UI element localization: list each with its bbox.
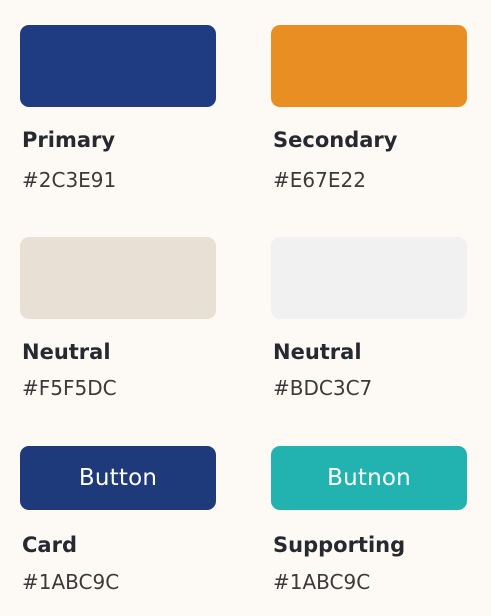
swatch-name-supporting: Supporting xyxy=(273,533,406,557)
swatch-hex-neutral-gray: #BDC3C7 xyxy=(273,376,373,400)
swatch-name-secondary: Secondary xyxy=(273,128,398,152)
swatch-name-neutral-gray: Neutral xyxy=(273,340,362,364)
card-button[interactable]: Button xyxy=(20,446,216,510)
supporting-button[interactable]: Butnon xyxy=(271,446,467,510)
supporting-button-label: Butnon xyxy=(327,465,411,491)
swatch-hex-secondary: #E67E22 xyxy=(273,168,366,192)
swatch-name-card: Card xyxy=(22,533,77,557)
primary-swatch xyxy=(20,25,216,107)
swatch-hex-neutral-beige: #F5F5DC xyxy=(22,376,117,400)
neutral-swatch-beige xyxy=(20,237,216,319)
swatch-hex-supporting: #1ABC9C xyxy=(273,570,371,594)
card-button-label: Button xyxy=(78,465,158,491)
swatch-hex-card: #1ABC9C xyxy=(22,570,120,594)
neutral-swatch-gray xyxy=(271,237,467,319)
secondary-swatch xyxy=(271,25,467,107)
swatch-hex-primary: #2C3E91 xyxy=(22,168,117,192)
swatch-name-neutral-beige: Neutral xyxy=(22,340,111,364)
swatch-name-primary: Primary xyxy=(22,128,116,152)
